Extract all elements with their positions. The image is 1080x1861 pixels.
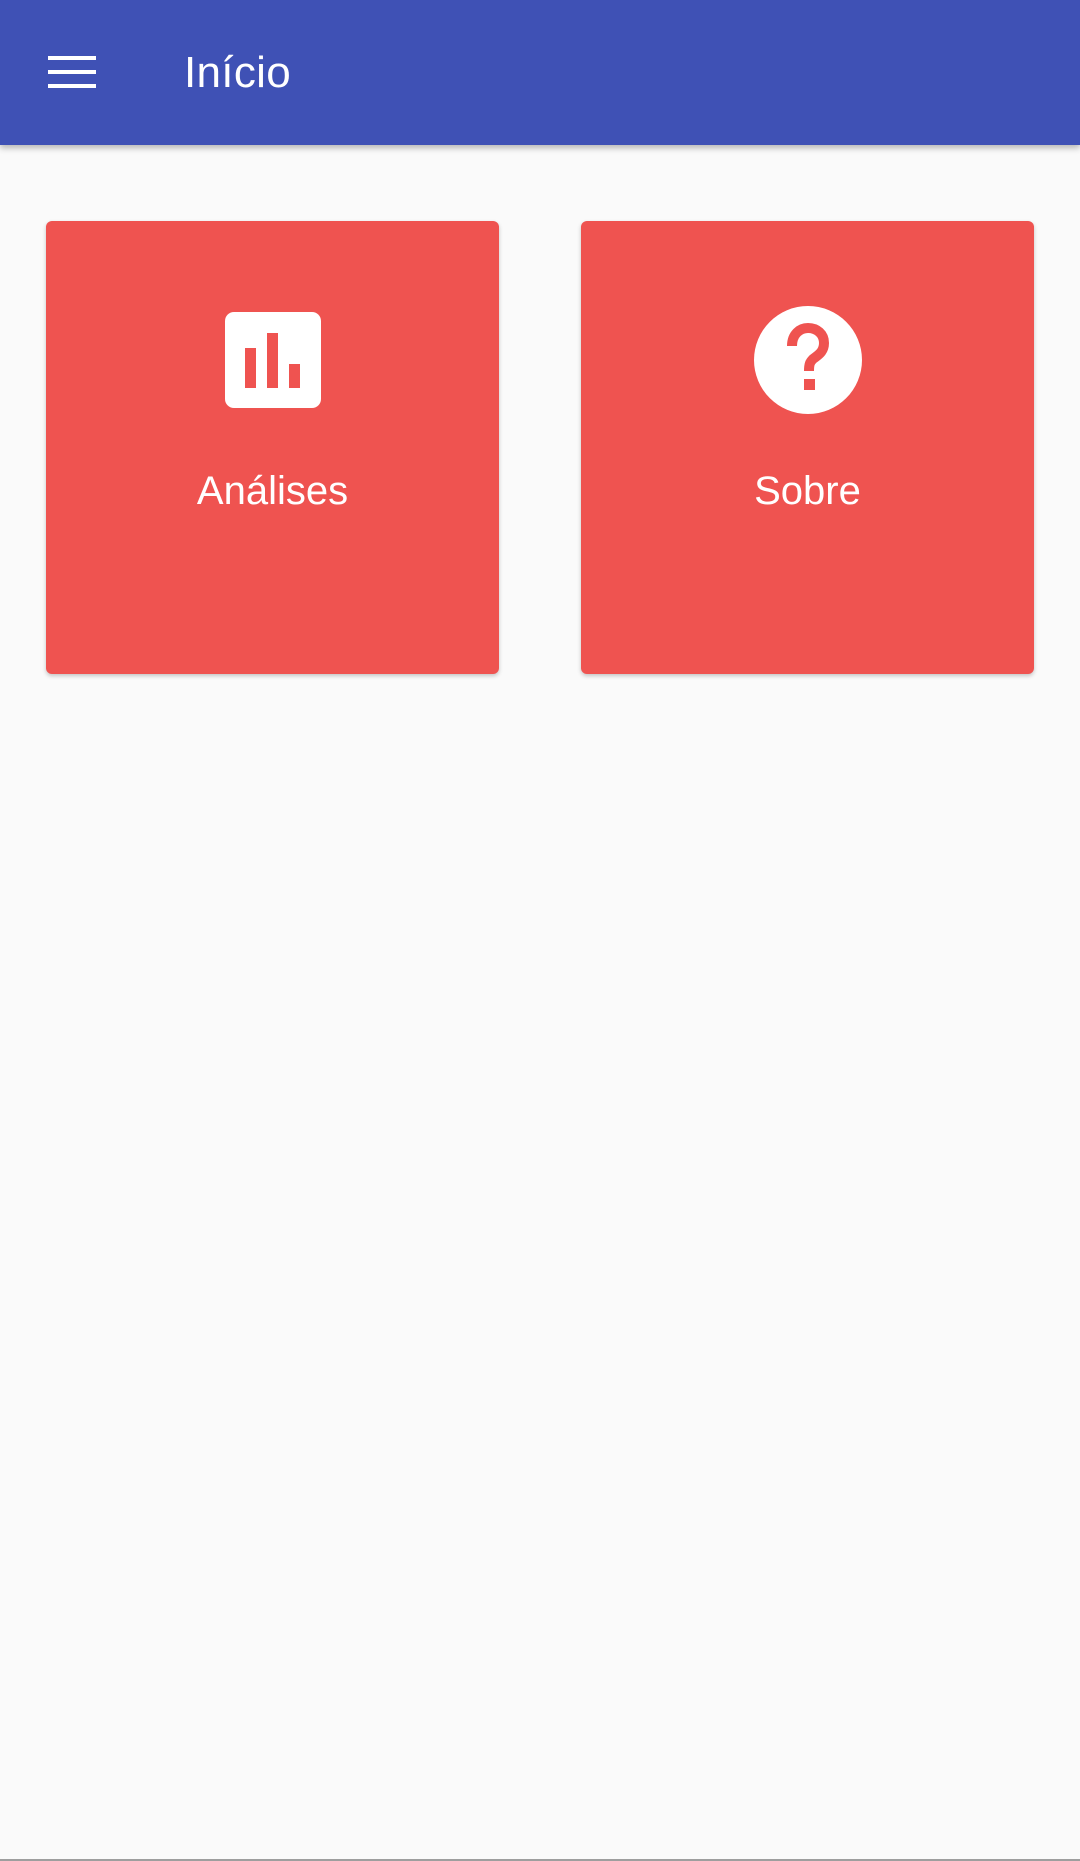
tile-label-analyses: Análises [196,469,349,513]
bar-chart-icon [224,312,321,408]
analyses-tile[interactable]: Análises [46,221,499,674]
tile-icon-container [46,305,499,415]
menu-button[interactable] [24,24,120,120]
app-bar: Início [0,0,1080,145]
tile-label-about: Sobre [754,469,861,513]
help-circle-icon [753,306,862,414]
tile-icon-container [581,305,1034,415]
about-tile[interactable]: Sobre [581,221,1034,674]
hamburger-menu-icon [48,56,96,88]
page-title: Início [184,48,291,97]
